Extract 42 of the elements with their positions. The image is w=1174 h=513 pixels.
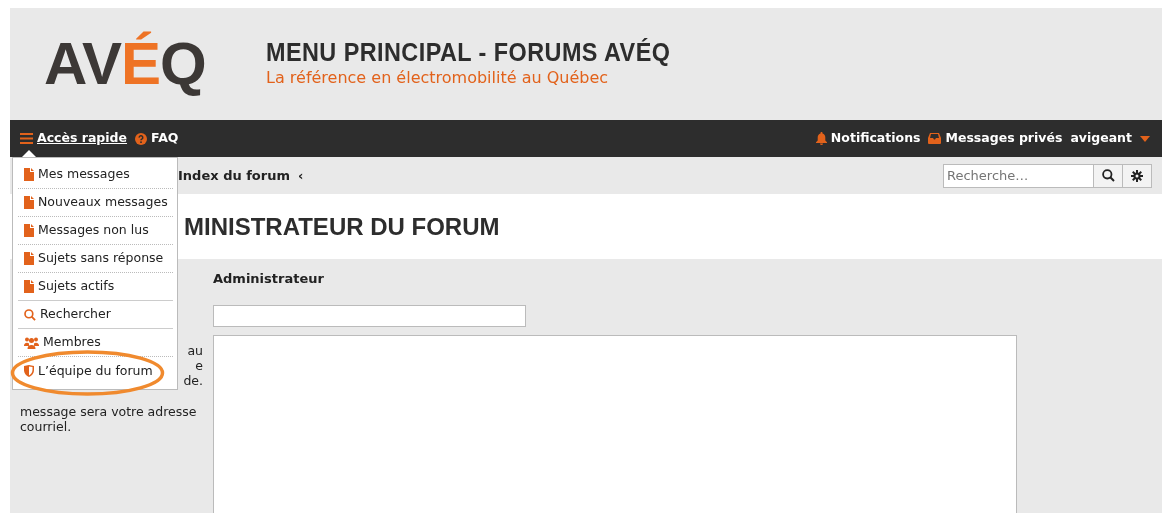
shield-icon [24, 365, 34, 377]
username-link[interactable]: avigeant [1070, 129, 1132, 148]
site-tagline: La référence en électromobilité au Québec [266, 67, 610, 90]
file-icon [24, 196, 34, 209]
menu-item[interactable]: Sujets sans réponse [18, 245, 173, 273]
help-text-fragment: au [187, 343, 203, 358]
notifications-link[interactable]: Notifications [830, 129, 921, 148]
file-icon [24, 280, 34, 293]
bell-icon[interactable] [815, 132, 827, 145]
caret-icon[interactable] [1140, 135, 1150, 142]
inbox-icon[interactable] [928, 133, 942, 144]
input-field[interactable] [213, 304, 526, 327]
file-icon [24, 168, 34, 181]
faq-link[interactable]: FAQ [151, 129, 179, 148]
menu-item[interactable]: Mes messages [18, 161, 173, 189]
file-icon [24, 224, 34, 237]
menu-item[interactable]: Rechercher [18, 301, 173, 329]
breadcrumb-separator: ‹ [298, 166, 304, 185]
help-icon[interactable] [135, 132, 148, 145]
menu-icon[interactable] [20, 133, 33, 144]
quick-access-link[interactable]: Accès rapide [37, 129, 128, 148]
search-button[interactable] [1094, 163, 1123, 188]
menu-item[interactable]: Sujets actifs [18, 273, 173, 301]
settings-icon [1131, 169, 1143, 182]
breadcrumb-link[interactable]: Index du forum [178, 165, 290, 186]
settings-button[interactable] [1123, 163, 1152, 188]
menu-item[interactable]: Membres [18, 329, 173, 357]
private-messages-link[interactable]: Messages privés [945, 129, 1063, 148]
menu-item[interactable]: L’équipe du forum [18, 357, 173, 385]
search-field[interactable]: Recherche… [943, 163, 1094, 188]
help-text: message sera votre adresse courriel. [19, 403, 198, 434]
site-title: MENU PRINCIPAL - FORUMS AVÉQ [266, 37, 671, 67]
page-title: MINISTRATEUR DU FORUM [184, 211, 500, 242]
menu-item[interactable]: Messages non lus [18, 217, 173, 245]
help-text-fragment: e [195, 358, 203, 373]
help-text-fragment: de. [183, 373, 203, 388]
search-icon [24, 308, 36, 321]
users-icon [24, 336, 39, 349]
file-icon [24, 252, 34, 265]
menu-item[interactable]: Nouveaux messages [18, 189, 173, 217]
search-icon [1101, 169, 1115, 182]
field-label: Administrateur [213, 270, 325, 288]
